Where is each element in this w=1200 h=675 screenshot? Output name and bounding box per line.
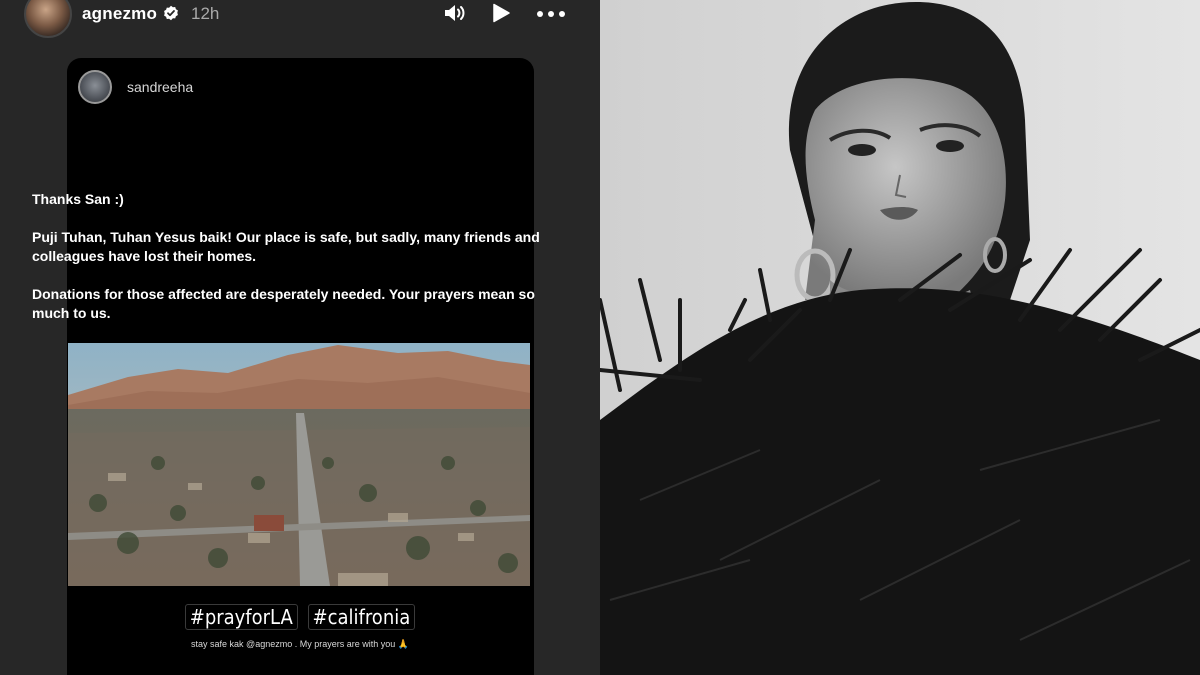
text-paragraph: Puji Tuhan, Tuhan Yesus baik! Our place … <box>32 229 540 264</box>
more-options-icon[interactable] <box>535 2 567 24</box>
story-author-avatar[interactable] <box>24 0 72 38</box>
reshare-caption: stay safe kak @agnezmo . My prayers are … <box>191 639 409 649</box>
hashtag-sticker[interactable]: #califronia <box>307 604 416 630</box>
hashtag-sticker[interactable]: #prayforLA <box>184 604 298 630</box>
aerial-city-photo <box>68 343 530 586</box>
story-timestamp: 12h <box>191 4 220 23</box>
portrait-photo <box>600 0 1200 675</box>
text-paragraph: Thanks San :) <box>32 191 124 207</box>
story-author-username[interactable]: agnezmo <box>82 4 157 24</box>
story-text-overlay: Thanks San :) Puji Tuhan, Tuhan Yesus ba… <box>32 190 572 342</box>
instagram-story-panel: agnezmo 12h sandreeha Thanks San :) Puji… <box>0 0 600 675</box>
play-icon[interactable] <box>489 2 513 24</box>
text-paragraph: Donations for those affected are despera… <box>32 286 535 321</box>
hashtag-stickers: #prayforLA #califronia <box>0 604 600 630</box>
verified-badge-icon <box>164 5 178 21</box>
reshared-author-avatar[interactable] <box>78 70 112 104</box>
reshared-author-username[interactable]: sandreeha <box>127 79 193 95</box>
story-header: agnezmo 12h <box>0 0 600 38</box>
volume-icon[interactable] <box>443 2 467 24</box>
